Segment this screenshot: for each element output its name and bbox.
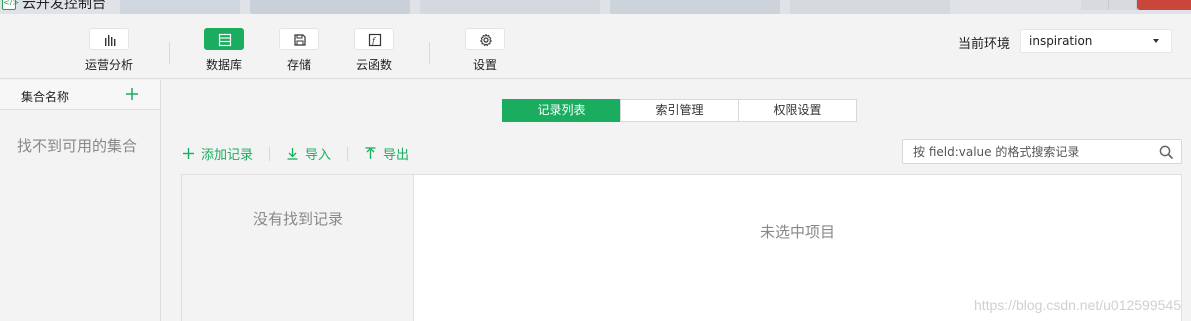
blurred-tab [610, 0, 780, 14]
database-icon [218, 33, 232, 47]
toolbar-analytics-button[interactable] [89, 28, 129, 50]
add-record-button[interactable]: 添加记录 [182, 144, 253, 163]
bar-chart-icon [105, 35, 116, 46]
toolbar-database-button[interactable] [204, 28, 244, 50]
blurred-tab [250, 0, 410, 14]
function-icon: f [368, 33, 382, 47]
environment-label: 当前环境 [957, 37, 1010, 52]
toolbar-analytics-label: 运营分析 [84, 58, 133, 72]
collection-sidebar-header: 集合名称 [0, 80, 160, 110]
record-search-input[interactable] [903, 140, 1143, 163]
window-title: 云开发控制台 [22, 0, 106, 12]
toolbar-database-label: 数据库 [205, 58, 242, 72]
export-label: 导出 [383, 148, 410, 163]
export-button[interactable]: 导出 [364, 144, 409, 163]
minimize-button[interactable] [1081, 0, 1109, 10]
toolbar-analytics[interactable]: 运营分析 [74, 28, 144, 73]
add-record-label: 添加记录 [201, 148, 254, 163]
plus-icon [183, 148, 194, 159]
tab-index-management[interactable]: 索引管理 [620, 99, 739, 122]
record-detail-empty-text: 未选中项目 [759, 223, 835, 241]
collection-sidebar: 集合名称 找不到可用的集合 [0, 80, 161, 321]
blurred-tab [120, 0, 240, 14]
tab-record-list[interactable]: 记录列表 [502, 99, 621, 122]
toolbar-database[interactable]: 数据库 [189, 28, 259, 73]
record-search [902, 139, 1182, 164]
collection-empty-text: 找不到可用的集合 [17, 137, 138, 155]
main-content: 记录列表 索引管理 权限设置 添加记录 导入 导出 按 field:value … [162, 80, 1191, 321]
record-list-empty-text: 没有找到记录 [252, 210, 343, 228]
svg-text:f: f [371, 37, 377, 46]
toolbar-cloud-functions-button[interactable]: f [354, 28, 394, 50]
app-icon: </> [2, 0, 19, 10]
maximize-button[interactable] [1109, 0, 1137, 10]
record-list: 没有找到记录 [182, 175, 414, 321]
main-toolbar: 运营分析 数据库 存储 f 云函数 设置 当前环境 inspiration [0, 14, 1191, 79]
caret-down-icon [1153, 39, 1159, 43]
tab-permission-settings[interactable]: 权限设置 [738, 99, 857, 122]
toolbar-cloud-functions[interactable]: f 云函数 [339, 28, 409, 73]
toolbar-storage-button[interactable] [279, 28, 319, 50]
action-divider [347, 146, 349, 161]
search-icon[interactable] [1159, 145, 1174, 160]
toolbar-settings-button[interactable] [465, 28, 505, 50]
import-label: 导入 [305, 148, 332, 163]
record-tabs: 记录列表 索引管理 权限设置 [502, 99, 857, 122]
environment-value: inspiration [1029, 34, 1093, 48]
gear-icon [479, 33, 493, 47]
toolbar-storage-label: 存储 [286, 58, 311, 72]
close-button[interactable] [1137, 0, 1191, 10]
watermark-text: https://blog.csdn.net/u012599545 [973, 297, 1181, 313]
toolbar-storage[interactable]: 存储 [264, 28, 334, 73]
action-divider [269, 146, 271, 161]
upload-icon [365, 147, 376, 159]
plus-icon[interactable] [124, 86, 140, 102]
blurred-tab [790, 0, 950, 14]
toolbar-settings-label: 设置 [472, 58, 497, 72]
import-button[interactable]: 导入 [286, 144, 331, 163]
toolbar-divider [169, 42, 170, 64]
collection-header-title: 集合名称 [21, 90, 70, 104]
environment-dropdown[interactable]: inspiration [1020, 29, 1172, 53]
blurred-tab [420, 0, 600, 14]
toolbar-divider [429, 42, 430, 64]
toolbar-cloud-functions-label: 云函数 [355, 58, 392, 72]
download-icon [287, 148, 298, 160]
window-titlebar: </> 云开发控制台 [0, 0, 1191, 14]
record-actions: 添加记录 导入 导出 [182, 144, 409, 163]
toolbar-settings[interactable]: 设置 [450, 28, 520, 73]
save-icon [294, 34, 306, 46]
